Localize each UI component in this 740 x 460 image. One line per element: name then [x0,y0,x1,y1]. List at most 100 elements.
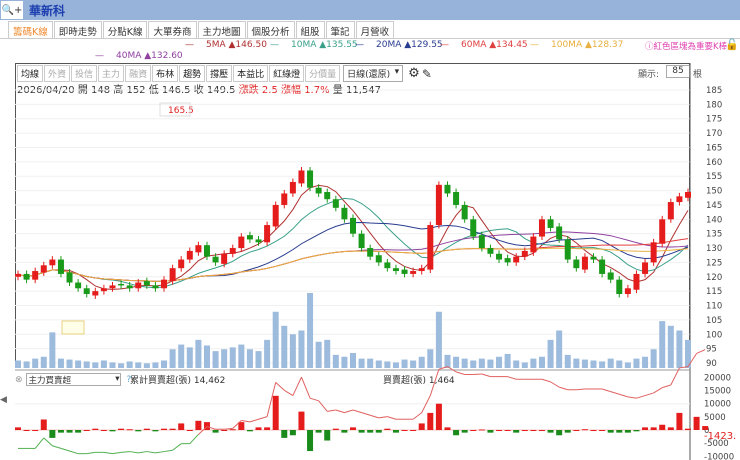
flow-bar [667,427,674,430]
indicator-select[interactable]: 主力買賣超 ▾ [25,373,121,386]
price-tick: 105 [706,316,722,326]
cumulative-line-segment [507,376,517,380]
volume-bar [152,362,159,368]
cumulative-line-segment [189,434,199,445]
volume-bar [384,361,391,368]
flow-bar [92,428,99,430]
candle-body [624,288,631,295]
cumulative-line-segment [412,412,423,420]
candle-body [212,256,219,263]
flow-bar [83,430,90,431]
volume-bar [143,363,150,368]
cumulative-line-segment [653,387,663,394]
cumulative-line-segment [163,449,173,453]
flow-bar [126,429,133,431]
volume-bar [23,361,30,368]
cumulative-line-segment [69,450,79,455]
candle-body [315,187,322,194]
candle-body [564,239,571,260]
flow-bar [255,427,262,430]
candle-body [350,217,356,234]
candle-body [298,170,305,184]
flow-bar [298,411,305,430]
candle-body [581,256,588,270]
cumulative-line-segment [241,420,250,423]
volume-bar [246,349,253,368]
volume-bar [350,353,356,368]
candle-body [685,192,691,198]
flow-bar [375,430,382,433]
flow-bar [281,430,288,438]
flow-bar [547,430,554,433]
volume-bar [212,351,219,368]
candle-body [66,272,73,283]
volume-bar [229,347,236,368]
volume-bar [642,356,649,368]
price-tick: 140 [706,215,722,225]
cumulative-line-segment [387,416,397,420]
price-tick: 120 [706,273,722,283]
volume-bar [307,293,314,368]
volume-bar [100,360,107,368]
price-tick: 150 [706,187,722,197]
volume-bar [75,360,82,368]
candle-body [221,253,228,264]
flow-bar [23,430,30,431]
candle-body [126,285,133,289]
price-tick: 185 [706,86,722,96]
cumulative-line-segment [352,409,362,414]
volume-bar [599,361,606,368]
volume-bar [272,311,279,368]
close-circle-icon[interactable]: ⊗ [15,375,23,385]
flow-bar [624,430,631,433]
volume-bar [538,356,545,368]
cumulative-line-segment [619,393,629,398]
candle-body [470,219,477,237]
volume-bar [341,356,348,368]
price-tick: 160 [706,158,722,168]
flow-bar [135,430,142,432]
cumulative-line-segment [112,451,122,455]
volume-bar [203,345,210,368]
candle-body [289,181,296,194]
flow-bar [221,430,228,431]
flow-bar [685,428,691,430]
flow-bar [461,430,468,433]
flow-bar [367,430,374,433]
volume-bar [66,359,73,368]
volume-bar [487,359,494,368]
volume-bar [478,358,485,368]
volume-bar [332,354,339,368]
cumulative-line-segment [344,409,354,414]
collapse-arrow-icon[interactable]: ◀ [0,395,7,405]
cumulative-line-segment [327,409,336,412]
cumulative-line-segment [610,391,620,395]
candle-body [332,199,339,208]
candle-body [307,170,314,188]
flow-bar [350,427,356,430]
cumulative-line-segment [370,414,379,419]
volume-bar [367,358,374,368]
flow-bar [307,430,314,452]
candle-body [324,192,331,200]
candle-body [100,288,107,292]
candle-body [676,196,683,203]
volume-bar [186,347,193,368]
price-tick: 175 [706,115,722,125]
cumulative-line-segment [455,371,465,375]
volume-bar [513,360,520,368]
flow-bar [676,412,683,430]
flow-bar [616,430,623,433]
price-chart[interactable]: 185 180 175 170 165 160 155 150 145 140 135 130 125 1… [0,0,740,460]
flow-bar [32,430,39,431]
flow-bar [478,429,485,431]
flow-bar [581,429,588,431]
volume-bar [633,358,640,368]
volume-bar [178,344,185,368]
price-tick: 135 [706,230,722,240]
cumulative-line-segment [636,395,646,399]
volume-bar [49,332,56,368]
price-tick: 155 [706,172,722,182]
flow-bar [521,430,528,431]
volume-bar [556,330,563,368]
